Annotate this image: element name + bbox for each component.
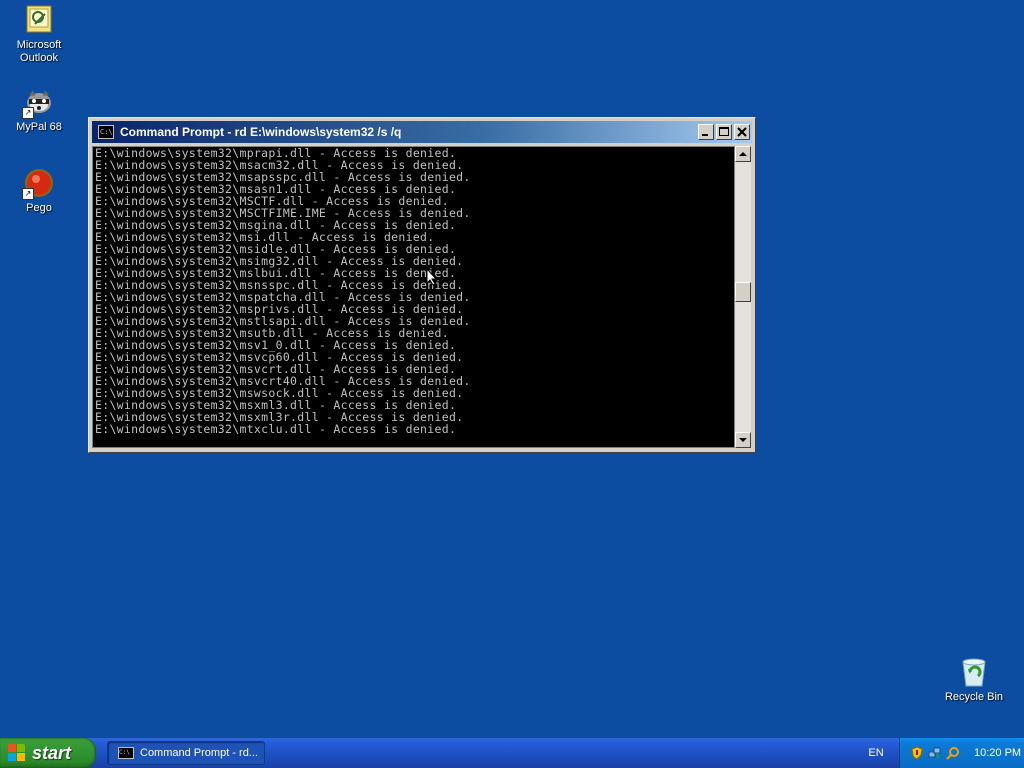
- command-prompt-icon: C:\: [98, 125, 114, 139]
- desktop-icon-recycle-bin[interactable]: Recycle Bin: [936, 656, 1012, 704]
- maximize-button[interactable]: [716, 124, 732, 140]
- close-icon: [737, 127, 747, 137]
- scroll-thumb[interactable]: [735, 282, 751, 302]
- shortcut-arrow-icon: ↗: [22, 107, 34, 119]
- system-tray: 10:20 PM: [899, 738, 1024, 768]
- minimize-button[interactable]: [698, 124, 714, 140]
- arrow-up-icon: [739, 152, 747, 156]
- pego-icon: ↗: [22, 167, 55, 200]
- language-indicator[interactable]: EN: [862, 738, 890, 768]
- maximize-icon: [719, 127, 729, 136]
- console-output[interactable]: E:\windows\system32\mprapi.dll - Access …: [92, 146, 735, 448]
- desktop-icon-label: Recycle Bin: [944, 691, 1004, 703]
- desktop-icon-label: MyPal 68: [16, 121, 62, 133]
- desktop-icon-label: Pego: [26, 202, 52, 214]
- search-icon[interactable]: [946, 746, 960, 760]
- desktop-icon-outlook[interactable]: Microsoft Outlook: [1, 4, 77, 65]
- shortcut-arrow-icon: ↗: [22, 188, 34, 200]
- close-button[interactable]: [734, 124, 750, 140]
- windows-logo-icon: [8, 744, 26, 762]
- taskbar: start C:\ Command Prompt - rd... EN 10:2…: [0, 738, 1024, 768]
- desktop-icon-mypal[interactable]: ↗ MyPal 68: [1, 86, 77, 134]
- security-shield-icon[interactable]: [910, 746, 924, 760]
- outlook-icon: [23, 4, 55, 36]
- scroll-down-button[interactable]: [735, 432, 751, 448]
- minimize-icon: [702, 134, 708, 136]
- system-clock[interactable]: 10:20 PM: [974, 747, 1021, 759]
- command-prompt-icon: C:\: [118, 747, 134, 759]
- command-prompt-window[interactable]: C:\ Command Prompt - rd E:\windows\syste…: [88, 117, 756, 453]
- window-titlebar[interactable]: C:\ Command Prompt - rd E:\windows\syste…: [92, 121, 752, 143]
- vertical-scrollbar[interactable]: [735, 146, 751, 448]
- mypal-icon: ↗: [22, 86, 55, 119]
- arrow-down-icon: [739, 438, 747, 442]
- desktop-icon-pego[interactable]: ↗ Pego: [1, 167, 77, 215]
- desktop-icon-label: Microsoft Outlook: [16, 39, 62, 64]
- start-button[interactable]: start: [0, 738, 96, 768]
- console-line: E:\windows\system32\mtxclu.dll - Access …: [95, 422, 457, 436]
- recycle-bin-icon: [958, 656, 990, 688]
- network-icon[interactable]: [928, 746, 942, 760]
- window-title: Command Prompt - rd E:\windows\system32 …: [120, 125, 402, 139]
- taskbar-item-command-prompt[interactable]: C:\ Command Prompt - rd...: [107, 741, 265, 765]
- scroll-up-button[interactable]: [735, 146, 751, 162]
- start-label: start: [32, 742, 72, 763]
- taskbar-item-label: Command Prompt - rd...: [140, 747, 258, 759]
- mouse-cursor-icon: [426, 268, 438, 286]
- window-controls: [696, 124, 750, 140]
